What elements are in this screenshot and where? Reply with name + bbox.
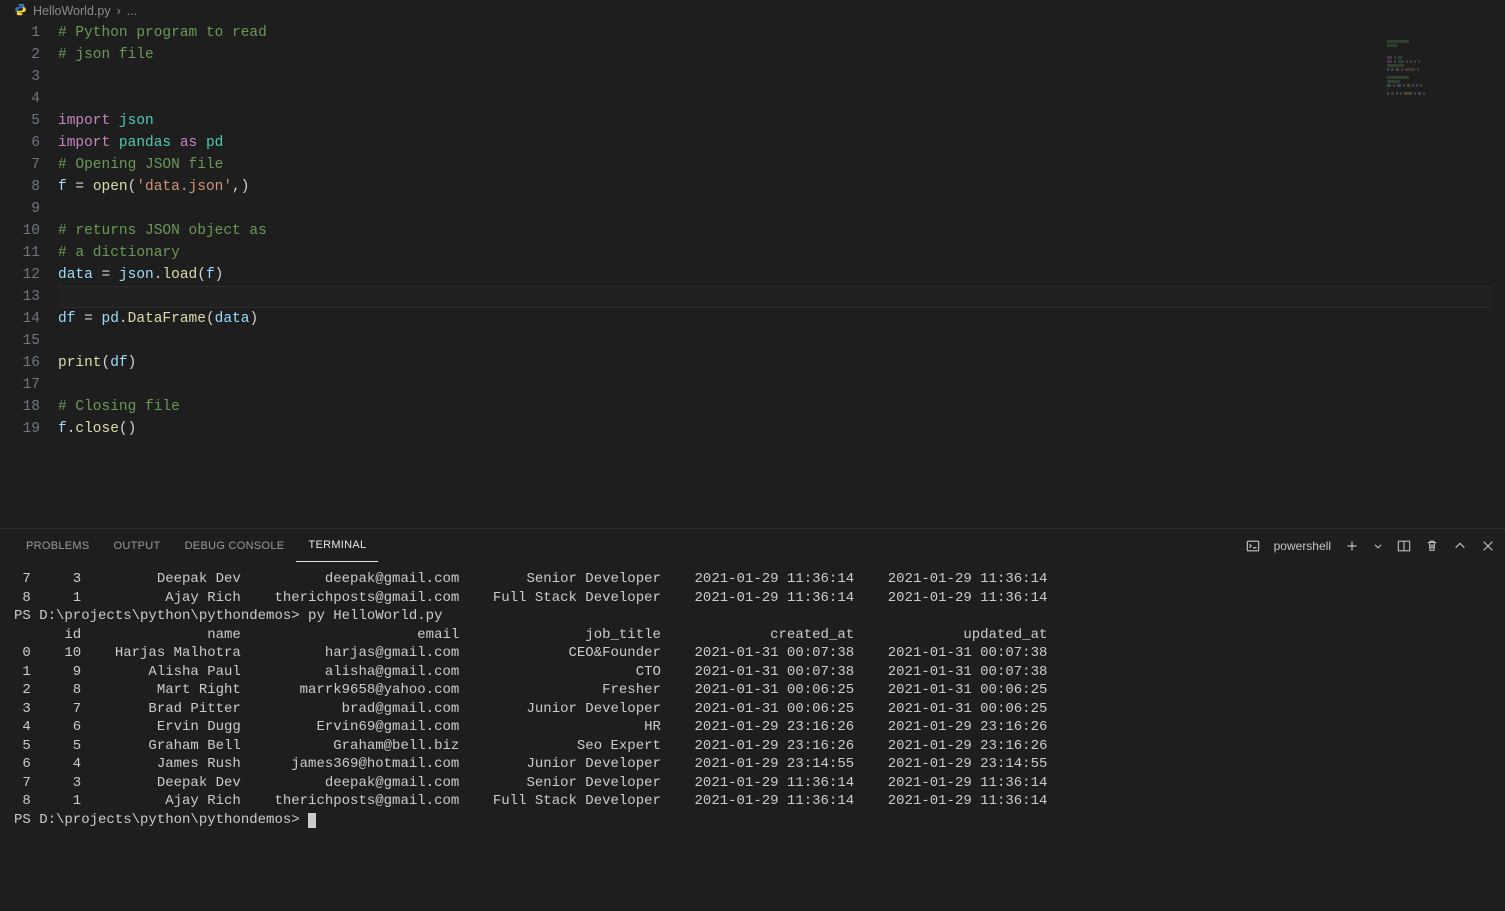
line-number: 5 xyxy=(0,110,40,132)
code-line[interactable]: print(df) xyxy=(58,352,1505,374)
code-line[interactable]: # Opening JSON file xyxy=(58,154,1505,176)
panel-tab-terminal[interactable]: TERMINAL xyxy=(296,529,378,562)
line-number: 9 xyxy=(0,198,40,220)
code-line[interactable]: import json xyxy=(58,110,1505,132)
code-line[interactable]: # json file xyxy=(58,44,1505,66)
code-line[interactable] xyxy=(58,198,1505,220)
line-number: 6 xyxy=(0,132,40,154)
code-line[interactable]: # returns JSON object as xyxy=(58,220,1505,242)
breadcrumb-trail[interactable]: ... xyxy=(127,4,137,18)
line-number: 13 xyxy=(0,286,40,308)
panel-actions: powershell xyxy=(1246,529,1495,562)
code-line[interactable]: import pandas as pd xyxy=(58,132,1505,154)
line-number: 15 xyxy=(0,330,40,352)
code-line[interactable] xyxy=(58,374,1505,396)
python-file-icon xyxy=(14,3,27,19)
line-number: 7 xyxy=(0,154,40,176)
line-number: 8 xyxy=(0,176,40,198)
panel-tab-problems[interactable]: PROBLEMS xyxy=(14,529,102,562)
line-number: 3 xyxy=(0,66,40,88)
code-line[interactable] xyxy=(58,330,1505,352)
chevron-right-icon: › xyxy=(117,4,121,18)
line-number: 19 xyxy=(0,418,40,440)
line-gutter: 12345678910111213141516171819 xyxy=(0,22,58,528)
terminal-cursor xyxy=(308,813,316,828)
code-line[interactable]: # Python program to read xyxy=(58,22,1505,44)
breadcrumb-filename[interactable]: HelloWorld.py xyxy=(33,4,111,18)
code-line[interactable] xyxy=(58,66,1505,88)
split-terminal-button[interactable] xyxy=(1397,539,1411,553)
panel-tab-output[interactable]: OUTPUT xyxy=(102,529,173,562)
line-number: 11 xyxy=(0,242,40,264)
code-line[interactable] xyxy=(58,286,1505,308)
breadcrumb[interactable]: HelloWorld.py › ... xyxy=(0,0,1505,22)
new-terminal-button[interactable] xyxy=(1345,539,1359,553)
code-line[interactable]: data = json.load(f) xyxy=(58,264,1505,286)
line-number: 1 xyxy=(0,22,40,44)
line-number: 16 xyxy=(0,352,40,374)
terminal-output[interactable]: 7 3 Deepak Dev deepak@gmail.com Senior D… xyxy=(0,562,1505,829)
terminal-shell-icon xyxy=(1246,539,1260,553)
line-number: 12 xyxy=(0,264,40,286)
close-panel-button[interactable] xyxy=(1481,539,1495,553)
maximize-panel-button[interactable] xyxy=(1453,539,1467,553)
code-line[interactable]: # Closing file xyxy=(58,396,1505,418)
line-number: 18 xyxy=(0,396,40,418)
code-line[interactable]: # a dictionary xyxy=(58,242,1505,264)
code-line[interactable]: df = pd.DataFrame(data) xyxy=(58,308,1505,330)
line-number: 4 xyxy=(0,88,40,110)
split-terminal-dropdown-icon[interactable] xyxy=(1373,541,1383,551)
code-editor[interactable]: 12345678910111213141516171819 # Python p… xyxy=(0,22,1505,528)
kill-terminal-button[interactable] xyxy=(1425,539,1439,553)
panel-tabbar: PROBLEMSOUTPUTDEBUG CONSOLETERMINAL powe… xyxy=(0,528,1505,562)
code-line[interactable]: f = open('data.json',) xyxy=(58,176,1505,198)
terminal-shell-name[interactable]: powershell xyxy=(1274,539,1331,553)
panel-tab-debug-console[interactable]: DEBUG CONSOLE xyxy=(173,529,297,562)
minimap[interactable] xyxy=(1387,40,1497,100)
line-number: 2 xyxy=(0,44,40,66)
line-number: 17 xyxy=(0,374,40,396)
line-number: 14 xyxy=(0,308,40,330)
code-line[interactable] xyxy=(58,88,1505,110)
code-line[interactable]: f.close() xyxy=(58,418,1505,440)
line-number: 10 xyxy=(0,220,40,242)
